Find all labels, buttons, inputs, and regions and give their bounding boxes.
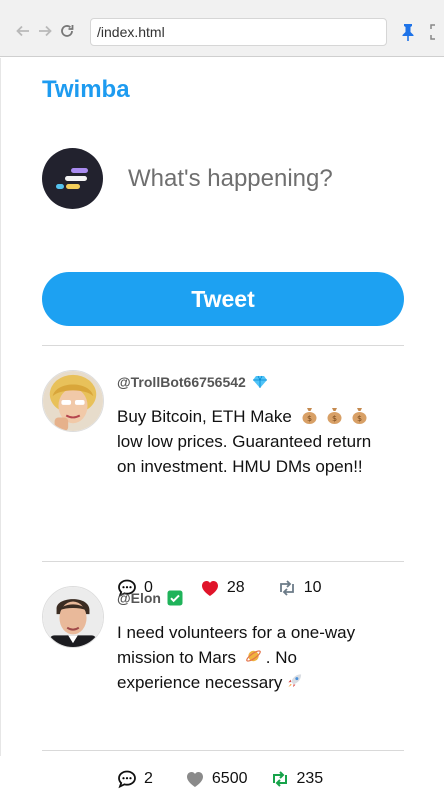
tweet-handle[interactable]: @Elon (117, 590, 161, 606)
like-count: 28 (226, 579, 245, 596)
tweet-header: @Elon (117, 590, 183, 606)
rocket-icon (288, 674, 302, 688)
comment-icon (118, 770, 136, 789)
diamond-icon (252, 375, 267, 388)
tweet-text: I need volunteers for a one-way mission … (117, 623, 356, 692)
money-bag-icon: $ (302, 408, 317, 424)
divider (42, 561, 404, 562)
retweet-count: 10 (303, 579, 322, 596)
retweet-icon (279, 580, 294, 596)
verified-check-icon (167, 590, 183, 606)
tweet-text: Buy Bitcoin, ETH Make $ $ $ low low prices… (117, 407, 372, 476)
svg-text:$: $ (331, 414, 336, 423)
tweet-button[interactable]: Tweet (42, 272, 404, 326)
tweet-handle[interactable]: @TrollBot66756542 (117, 374, 246, 390)
planet-icon (245, 650, 261, 662)
money-bag-icon: $ (352, 408, 367, 424)
retweet-icon (272, 771, 287, 787)
svg-text:$: $ (356, 414, 361, 423)
like-button[interactable]: 28 (200, 578, 245, 598)
reply-count: 2 (144, 770, 153, 787)
like-button[interactable]: 6500 (185, 769, 248, 789)
retweet-count: 235 (296, 770, 324, 787)
expand-icon[interactable] (430, 24, 444, 40)
app-brand: Twimba (42, 76, 130, 103)
retweet-button[interactable]: 10 (277, 578, 322, 598)
back-arrow-icon[interactable] (12, 20, 34, 42)
tweet-header: @TrollBot66756542 (117, 374, 268, 390)
browser-toolbar: /index.html (0, 0, 444, 57)
divider (42, 345, 404, 346)
tweet-actions: 2 6500 235 (117, 769, 355, 789)
page: Twimba Tweet @TrollBot66756542 (0, 58, 444, 789)
divider (42, 750, 404, 751)
retweet-button[interactable]: 235 (270, 769, 324, 789)
money-bag-icon: $ (327, 408, 342, 424)
reload-icon[interactable] (56, 20, 78, 42)
pin-icon[interactable] (400, 23, 416, 41)
avatar[interactable] (42, 586, 104, 648)
address-bar[interactable]: /index.html (90, 18, 387, 46)
forward-arrow-icon[interactable] (34, 20, 56, 42)
avatar[interactable] (42, 370, 104, 432)
heart-icon (186, 772, 203, 787)
like-count: 6500 (211, 770, 248, 787)
tweet-input[interactable] (118, 158, 408, 200)
heart-icon (201, 581, 218, 596)
svg-text:$: $ (306, 414, 311, 423)
avatar (42, 148, 103, 209)
reply-button[interactable]: 2 (117, 769, 153, 789)
